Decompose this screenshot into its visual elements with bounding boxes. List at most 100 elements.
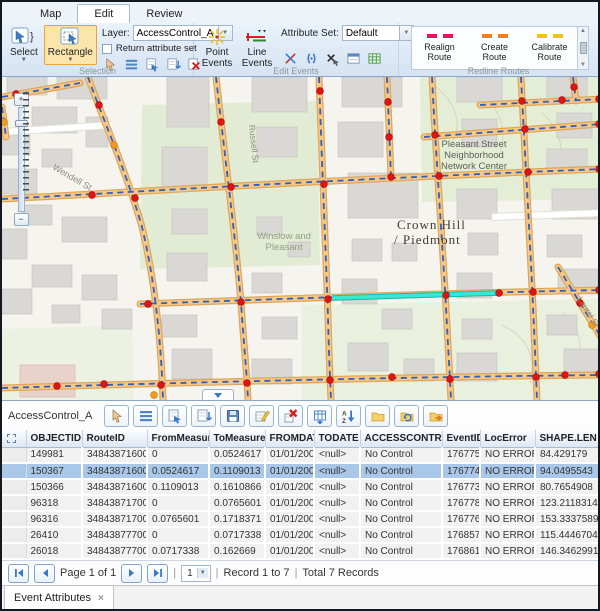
pan-to-selection-button[interactable]	[191, 405, 216, 427]
save-button[interactable]	[220, 405, 245, 427]
column-header[interactable]: FROMDATE	[265, 430, 314, 447]
tab-map[interactable]: Map	[24, 5, 77, 23]
column-header[interactable]: RouteID	[82, 430, 147, 447]
column-header[interactable]: TODATE	[314, 430, 360, 447]
chevron-down-icon: ▼	[21, 58, 27, 63]
table-cell: NO ERROR	[480, 479, 535, 495]
reload-button[interactable]	[394, 405, 419, 427]
table-row[interactable]: 264103484387770000.071733801/01/2004<nul…	[2, 527, 600, 543]
table-cell: <null>	[314, 495, 360, 511]
column-header[interactable]: EventID	[442, 430, 480, 447]
last-page-button[interactable]	[147, 564, 168, 583]
column-header[interactable]: SHAPE.LEN	[535, 430, 600, 447]
rectangle-select-button[interactable]: Rectangle ▼	[44, 25, 97, 65]
scroll-up-icon[interactable]: ▲	[580, 28, 586, 34]
attribute-window-button[interactable]	[344, 50, 362, 67]
sort-button[interactable]: AZ	[336, 405, 361, 427]
table-cell: 150366	[26, 479, 82, 495]
zoom-scale-ticks	[23, 93, 29, 195]
ribbon: } Select ▼ Rectangle ▼ Layer: AccessCont…	[2, 23, 598, 77]
table-row[interactable]: 963183484387170000.076560101/01/2004<nul…	[2, 495, 600, 511]
edit-attributes-button[interactable]	[249, 405, 274, 427]
table-cell: 34843871600	[82, 479, 147, 495]
pointer-button[interactable]	[104, 405, 129, 427]
table-cell: 01/01/2004	[265, 527, 314, 543]
attribute-grid-button[interactable]	[365, 50, 383, 67]
chevron-down-icon: ▼	[67, 58, 73, 63]
select-button[interactable]: } Select ▼	[6, 25, 42, 65]
app-window: Map Edit Review } Select ▼ Rectangle ▼	[0, 0, 600, 611]
column-header[interactable]: LocError	[480, 430, 535, 447]
row-selector-cell[interactable]	[2, 447, 26, 463]
table-row[interactable]: 26018348438777000.07173380.16266901/01/2…	[2, 543, 600, 559]
delete-rows-button[interactable]	[278, 405, 303, 427]
delete-event-icon	[325, 51, 340, 66]
ribbon-tabbar: Map Edit Review	[2, 2, 598, 23]
first-page-button[interactable]	[8, 564, 29, 583]
row-selector-cell[interactable]	[2, 511, 26, 527]
table-cell: 0	[147, 447, 209, 463]
row-selector-cell[interactable]	[2, 495, 26, 511]
close-icon[interactable]: ×	[98, 593, 104, 604]
merge-events-button[interactable]	[302, 50, 320, 67]
show-table-button[interactable]	[307, 405, 332, 427]
open-folder-button[interactable]	[365, 405, 390, 427]
table-row[interactable]: 150366348438716000.11090130.161086601/01…	[2, 479, 600, 495]
realign-route-button[interactable]: RealignRoute	[412, 27, 467, 69]
table-cell: 34843871700	[82, 511, 147, 527]
tab-edit[interactable]: Edit	[77, 4, 130, 23]
table-cell: No Control	[360, 447, 442, 463]
line-events-button[interactable]: Line Events	[238, 25, 276, 71]
table-cell: 150367	[26, 463, 82, 479]
table-row[interactable]: 150367348438716000.05246170.110901301/01…	[2, 463, 600, 479]
page-number-select[interactable]: 1 ▼	[181, 565, 211, 582]
next-page-button[interactable]	[121, 564, 142, 583]
table-cell: 96318	[26, 495, 82, 511]
table-cell: 34843871700	[82, 495, 147, 511]
table-cell: <null>	[314, 463, 360, 479]
table-cell: NO ERROR	[480, 511, 535, 527]
scroll-thumb[interactable]	[580, 42, 587, 54]
row-selector-cell[interactable]	[2, 463, 26, 479]
column-header[interactable]: ToMeasure	[209, 430, 265, 447]
table-cell: 0.0717338	[209, 527, 265, 543]
row-selector-cell[interactable]	[2, 479, 26, 495]
pan-to-selection-icon	[196, 408, 212, 424]
calibrate-route-button[interactable]: CalibrateRoute	[522, 27, 577, 69]
list-button[interactable]	[133, 405, 158, 427]
page-text: Page 1 of 1	[60, 567, 116, 579]
column-header[interactable]: OBJECTID	[26, 430, 82, 447]
zoom-out-button[interactable]: −	[14, 213, 29, 226]
split-event-button[interactable]	[281, 50, 299, 67]
prev-page-button[interactable]	[34, 564, 55, 583]
tab-event-attributes[interactable]: Event Attributes ×	[4, 586, 114, 611]
table-row[interactable]: 96316348438717000.07656010.171837101/01/…	[2, 511, 600, 527]
column-header[interactable]: FromMeasure	[147, 430, 209, 447]
table-cell: 34843871600	[82, 447, 147, 463]
table-cell: 26018	[26, 543, 82, 559]
redline-group-scrollbar[interactable]: ▲▼	[577, 27, 588, 69]
row-selector-header[interactable]	[2, 430, 26, 447]
table-cell: 123.2118314	[535, 495, 600, 511]
zoom-to-selection-button[interactable]	[162, 405, 187, 427]
row-selector-cell[interactable]	[2, 527, 26, 543]
export-button[interactable]	[423, 405, 448, 427]
zoom-to-selection-icon	[167, 408, 183, 424]
table-row[interactable]: 1499813484387160000.052461701/01/2004<nu…	[2, 447, 600, 463]
table-cell: No Control	[360, 479, 442, 495]
table-cell: 34843871600	[82, 463, 147, 479]
table-cell: 01/01/2004	[265, 447, 314, 463]
map-view[interactable]: Pleasant StreetNeighborhoodNetwork Cente…	[2, 77, 598, 400]
tab-review[interactable]: Review	[130, 5, 198, 23]
return-attribute-set-checkbox[interactable]	[102, 44, 112, 54]
selection-group: } Select ▼ Rectangle ▼ Layer: AccessCont…	[2, 23, 194, 76]
table-cell: 146.3462991	[535, 543, 600, 559]
delete-event-button[interactable]	[323, 50, 341, 67]
column-header[interactable]: ACCESSCONTROL	[360, 430, 442, 447]
row-selector-cell[interactable]	[2, 543, 26, 559]
point-events-button[interactable]: Point Events	[198, 25, 236, 71]
table-cell: 0.1610866	[209, 479, 265, 495]
route-dash-icon	[537, 34, 563, 38]
panel-collapse-tab[interactable]	[202, 389, 234, 400]
create-route-button[interactable]: CreateRoute	[467, 27, 522, 69]
